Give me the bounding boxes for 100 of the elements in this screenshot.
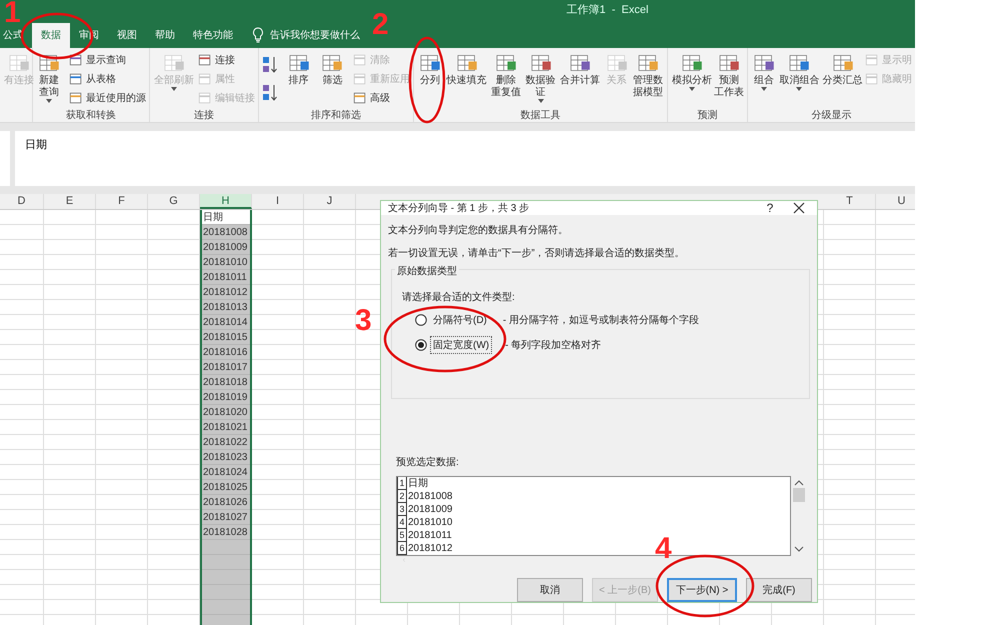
ribbon-button[interactable]: 管理数 据模型 — [632, 51, 664, 99]
column-header[interactable]: H — [200, 194, 252, 209]
ribbon-button[interactable]: 新建 查询 — [36, 51, 62, 103]
option-description: - 每列字段加空格对齐 — [505, 338, 602, 352]
close-icon[interactable] — [793, 202, 805, 214]
column-header[interactable]: D — [0, 194, 44, 209]
scroll-up-icon[interactable] — [794, 479, 804, 486]
scroll-thumb[interactable] — [793, 488, 805, 502]
table-cell[interactable]: 20181013 — [202, 300, 250, 315]
table-cell[interactable]: 20181022 — [202, 435, 250, 450]
preview-row: 日期 — [408, 477, 428, 490]
preview-row: 20181009 — [408, 503, 452, 516]
table-icon — [352, 72, 367, 86]
group-label: 数据工具 — [520, 109, 560, 122]
table-cell[interactable]: 20181026 — [202, 495, 250, 510]
ribbon-button[interactable]: 删除 重复值 — [490, 51, 522, 99]
table-icon — [864, 72, 879, 86]
caret-icon — [796, 87, 802, 91]
ribbon-button[interactable]: 组合 — [751, 51, 777, 91]
caret-icon — [538, 99, 544, 103]
table-cell[interactable]: 日期 — [202, 210, 250, 225]
line-number: 3 — [397, 503, 407, 516]
table-cell[interactable]: 20181028 — [202, 525, 250, 540]
ribbon-tab[interactable]: 特色功能 — [184, 23, 242, 48]
dialog-button[interactable]: 完成(F) — [746, 578, 812, 602]
table-icon — [352, 52, 367, 66]
formula-input[interactable]: 日期 — [15, 131, 915, 186]
ribbon-button[interactable]: 模拟分析 — [671, 51, 713, 91]
caret-icon — [689, 87, 695, 91]
table-cell[interactable]: 20181014 — [202, 315, 250, 330]
table-cell[interactable]: 20181012 — [202, 285, 250, 300]
table-cell[interactable]: 20181011 — [202, 270, 250, 285]
group-label: 排序和筛选 — [311, 108, 361, 122]
annotation-number: 2 — [372, 8, 389, 41]
table-cell[interactable]: 20181024 — [202, 465, 250, 480]
column-header[interactable]: U — [876, 194, 915, 209]
ribbon-button[interactable]: 取消组合 — [778, 51, 820, 91]
line-number: 5 — [397, 529, 407, 542]
sort-icon[interactable] — [262, 83, 278, 103]
table-cell[interactable]: 20181019 — [202, 390, 250, 405]
radio-button[interactable] — [415, 314, 427, 326]
ribbon-tab[interactable]: 数据 — [32, 23, 70, 48]
table-icon — [69, 90, 83, 104]
ribbon-button[interactable]: 连接 — [198, 51, 255, 68]
tell-me-field[interactable]: 告诉我你想要做什么 — [270, 28, 360, 42]
prompt-text: 请选择最合适的文件类型: — [402, 290, 516, 304]
dialog-button[interactable]: 取消 — [517, 578, 583, 602]
ribbon-tab[interactable]: 视图 — [108, 23, 146, 48]
radio-button[interactable] — [415, 339, 427, 351]
ribbon-button[interactable]: 筛选 — [319, 51, 346, 87]
radio-label[interactable]: 固定宽度(W) — [430, 336, 492, 354]
column-header[interactable]: E — [44, 194, 96, 209]
ribbon-button[interactable]: 预测 工作表 — [713, 51, 745, 99]
ribbon-button[interactable]: 合并计算 — [559, 51, 601, 87]
table-cell[interactable]: 20181023 — [202, 450, 250, 465]
table-cell[interactable]: 20181016 — [202, 345, 250, 360]
ribbon-button[interactable]: 快速填充 — [446, 51, 488, 87]
group-label: 获取和转换 — [66, 108, 116, 122]
table-icon — [352, 90, 367, 104]
group-legend: 原始数据类型 — [395, 264, 459, 278]
ribbon-button[interactable]: 高级 — [352, 89, 410, 106]
dialog-text: 文本分列向导判定您的数据具有分隔符。 — [388, 224, 569, 237]
column-header[interactable]: I — [252, 194, 304, 209]
table-cell[interactable]: 20181025 — [202, 480, 250, 495]
dialog-button[interactable]: 下一步(N) > — [667, 578, 737, 602]
table-cell[interactable]: 20181008 — [202, 225, 250, 240]
table-cell[interactable]: 20181009 — [202, 240, 250, 255]
caret-icon — [761, 87, 767, 91]
table-icon — [198, 90, 212, 104]
table-cell[interactable]: 20181010 — [202, 255, 250, 270]
column-header[interactable]: T — [824, 194, 876, 209]
ribbon-button[interactable]: 最近使用的源 — [69, 89, 146, 106]
line-number: 2 — [397, 490, 407, 503]
table-cell[interactable]: 20181027 — [202, 510, 250, 525]
ribbon-button[interactable]: 显示查询 — [69, 51, 146, 68]
table-cell[interactable]: 20181021 — [202, 420, 250, 435]
sort-icon[interactable] — [262, 55, 278, 75]
ribbon-button[interactable]: 排序 — [286, 51, 312, 87]
lightbulb-icon — [252, 27, 264, 43]
ribbon-button[interactable]: 从表格 — [69, 70, 146, 87]
table-icon — [198, 72, 212, 86]
ribbon-button[interactable]: 分列 — [417, 51, 443, 87]
column-header[interactable]: J — [304, 194, 356, 209]
ribbon-button[interactable]: 数据验 证 — [524, 51, 556, 103]
line-number: 6 — [397, 542, 407, 555]
preview-row: 20181008 — [408, 490, 452, 503]
line-number: 1 — [397, 477, 407, 490]
table-cell[interactable]: 20181015 — [202, 330, 250, 345]
help-button[interactable]: ? — [755, 201, 785, 215]
table-icon — [864, 52, 879, 66]
dialog-title: 文本分列向导 - 第 1 步，共 3 步 — [388, 202, 530, 215]
table-cell[interactable]: 20181017 — [202, 360, 250, 375]
table-cell[interactable]: 20181020 — [202, 405, 250, 420]
ribbon-tab[interactable]: 帮助 — [146, 23, 184, 48]
table-cell[interactable]: 20181018 — [202, 375, 250, 390]
column-header[interactable]: F — [96, 194, 148, 209]
window-title: 工作簿1 - Excel — [566, 3, 648, 18]
radio-label[interactable]: 分隔符号(D) — [430, 311, 490, 329]
scroll-down-icon[interactable] — [794, 546, 804, 553]
ribbon-button[interactable]: 分类汇总 — [822, 51, 864, 87]
